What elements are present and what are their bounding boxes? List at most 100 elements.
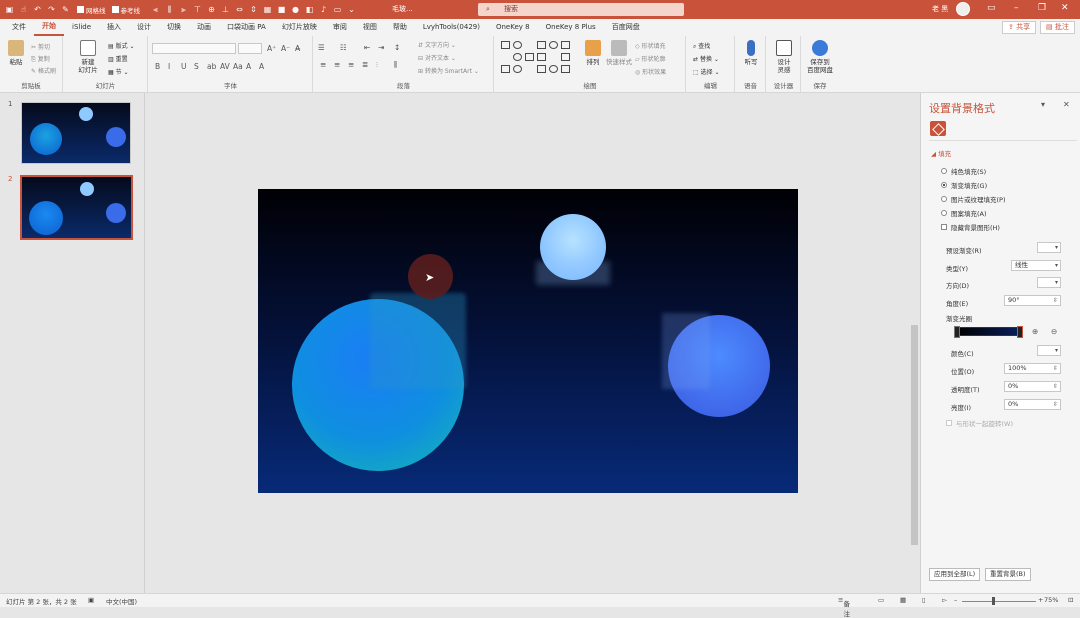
shape-gallery-item[interactable]: [501, 53, 510, 61]
zoom-level[interactable]: 75%: [1044, 596, 1058, 604]
replace-button[interactable]: ⇄ 替换 ⌄: [693, 54, 719, 63]
undo-icon[interactable]: ↶: [32, 5, 43, 15]
columns-icon[interactable]: ⫼: [394, 60, 397, 70]
share-button[interactable]: ⇪ 共享: [1002, 21, 1037, 34]
scrollbar-thumb[interactable]: [911, 325, 918, 545]
type-dropdown[interactable]: 线性 ▾: [1011, 260, 1061, 271]
shape-gallery-item[interactable]: [513, 65, 522, 73]
pane-options-icon[interactable]: ▾: [1041, 100, 1045, 109]
hide-background-checkbox[interactable]: 隐藏背景图形(H): [941, 222, 1000, 232]
tab-3[interactable]: 插入: [99, 19, 129, 36]
select-button[interactable]: ⬚ 选择 ⌄: [693, 67, 720, 76]
tab-4[interactable]: 设计: [129, 19, 159, 36]
distribute-v-icon[interactable]: ⇕: [248, 5, 259, 15]
align-left-icon[interactable]: ⫷: [150, 5, 161, 15]
shape-gallery-item[interactable]: [537, 53, 546, 61]
distributed-icon[interactable]: ⫶: [376, 60, 378, 70]
design-ideas-button[interactable]: 设计 灵感: [772, 40, 796, 74]
tab-14[interactable]: OneKey 8 Plus: [538, 19, 604, 36]
remove-stop-icon[interactable]: ⊖: [1051, 327, 1057, 336]
checkbox[interactable]: [946, 420, 952, 426]
normal-view-icon[interactable]: ▭: [878, 596, 884, 604]
text-direction-button[interactable]: ⇵ 文字方向 ⌄: [418, 40, 456, 49]
font-format-button-8[interactable]: A: [259, 62, 264, 71]
zoom-out-icon[interactable]: –: [954, 596, 957, 604]
shape-gallery-item[interactable]: [525, 41, 534, 49]
angle-field[interactable]: 90° ⇳: [1004, 295, 1061, 306]
shape-gallery-item[interactable]: [549, 41, 558, 49]
spinner-icon[interactable]: ⇳: [1053, 400, 1058, 409]
tab-7[interactable]: 口袋动画 PA: [219, 19, 274, 36]
indent-increase-icon[interactable]: ⇥: [378, 43, 384, 52]
new-slide-button[interactable]: 新建 幻灯片: [74, 40, 102, 74]
gridlines-toggle[interactable]: 网格线: [77, 5, 106, 15]
spellcheck-icon[interactable]: ▣: [88, 596, 94, 604]
font-format-button-7[interactable]: A: [246, 62, 251, 71]
tab-5[interactable]: 切换: [159, 19, 189, 36]
tab-8[interactable]: 幻灯片放映: [274, 19, 325, 36]
pane-close-icon[interactable]: ✕: [1063, 100, 1070, 109]
group-icon[interactable]: ▦: [262, 5, 273, 15]
gradient-stops-bar[interactable]: [956, 327, 1022, 336]
paste-button[interactable]: 粘贴: [4, 40, 28, 66]
shape-gallery-item[interactable]: [537, 65, 546, 73]
tab-6[interactable]: 动画: [189, 19, 219, 36]
video-icon[interactable]: ▭: [332, 5, 343, 15]
tab-15[interactable]: 百度网盘: [604, 19, 648, 36]
pattern-fill-option[interactable]: 图案填充(A): [941, 208, 987, 218]
picture-icon[interactable]: ◧: [304, 5, 315, 15]
font-format-button-3[interactable]: S: [194, 62, 199, 71]
gradient-stop-2[interactable]: [1017, 326, 1023, 338]
spinner-icon[interactable]: ⇳: [1053, 364, 1058, 373]
tab-13[interactable]: OneKey 8: [488, 19, 538, 36]
frosted-glass-rect[interactable]: [662, 313, 710, 389]
slide-thumbnail-2[interactable]: [20, 175, 133, 240]
font-format-button-2[interactable]: U: [181, 62, 187, 71]
minimize-button[interactable]: –: [1014, 3, 1019, 13]
notes-button[interactable]: ≡ 备注: [838, 596, 850, 618]
align-center-text-icon[interactable]: ≡: [334, 60, 340, 69]
quick-styles-button[interactable]: 快速样式: [605, 40, 633, 66]
align-bottom-icon[interactable]: ⊥: [220, 5, 231, 15]
slideshow-icon[interactable]: ▻: [942, 596, 947, 604]
save-baidu-button[interactable]: 保存到 百度网盘: [804, 40, 836, 74]
align-top-icon[interactable]: ⊤: [192, 5, 203, 15]
radio[interactable]: [941, 182, 947, 188]
shape-gallery-item[interactable]: [549, 65, 558, 73]
numbering-icon[interactable]: ☷: [340, 43, 347, 52]
shape-fill-button[interactable]: ◇ 形状填充: [635, 41, 666, 50]
smartart-button[interactable]: ⊞ 转换为 SmartArt ⌄: [418, 66, 479, 75]
shape-gallery-item[interactable]: [525, 65, 534, 73]
distribute-h-icon[interactable]: ⇔: [234, 5, 245, 15]
add-stop-icon[interactable]: ⊕: [1032, 327, 1038, 336]
align-text-button[interactable]: ⊟ 对齐文本 ⌄: [418, 53, 456, 62]
radio[interactable]: [941, 196, 947, 202]
tab-10[interactable]: 视图: [355, 19, 385, 36]
gradient-stop-1[interactable]: [954, 326, 960, 338]
align-right-text-icon[interactable]: ≡: [348, 60, 354, 69]
font-name-field[interactable]: [152, 43, 236, 54]
more-icon[interactable]: ⌄: [346, 5, 357, 15]
align-center-icon[interactable]: ⫼: [164, 5, 175, 15]
section-button[interactable]: ▦ 节 ⌄: [108, 67, 129, 76]
align-right-icon[interactable]: ⫸: [178, 5, 189, 15]
format-painter-icon[interactable]: ✎: [60, 5, 71, 15]
picture-fill-option[interactable]: 图片或纹理填充(P): [941, 194, 1006, 204]
shape-gallery-item[interactable]: [561, 41, 570, 49]
transparency-field[interactable]: 0% ⇳: [1004, 381, 1061, 392]
tab-1[interactable]: 开始: [34, 19, 64, 36]
shape-gallery-item[interactable]: [501, 41, 510, 49]
shape-gallery-item[interactable]: [513, 53, 522, 61]
apply-to-all-button[interactable]: 应用到全部(L): [929, 568, 981, 581]
justify-icon[interactable]: ≣: [362, 60, 368, 69]
slide-sorter-icon[interactable]: ▦: [900, 596, 906, 604]
align-middle-icon[interactable]: ⊕: [206, 5, 217, 15]
font-format-button-6[interactable]: Aa: [233, 62, 243, 71]
shapes-gallery[interactable]: [500, 40, 578, 76]
fill-tab-icon[interactable]: [930, 121, 946, 136]
avatar[interactable]: [956, 2, 970, 16]
radio[interactable]: [941, 168, 947, 174]
slide-canvas[interactable]: [258, 189, 798, 493]
fit-to-window-icon[interactable]: ⊡: [1068, 596, 1073, 604]
tab-11[interactable]: 帮助: [385, 19, 415, 36]
